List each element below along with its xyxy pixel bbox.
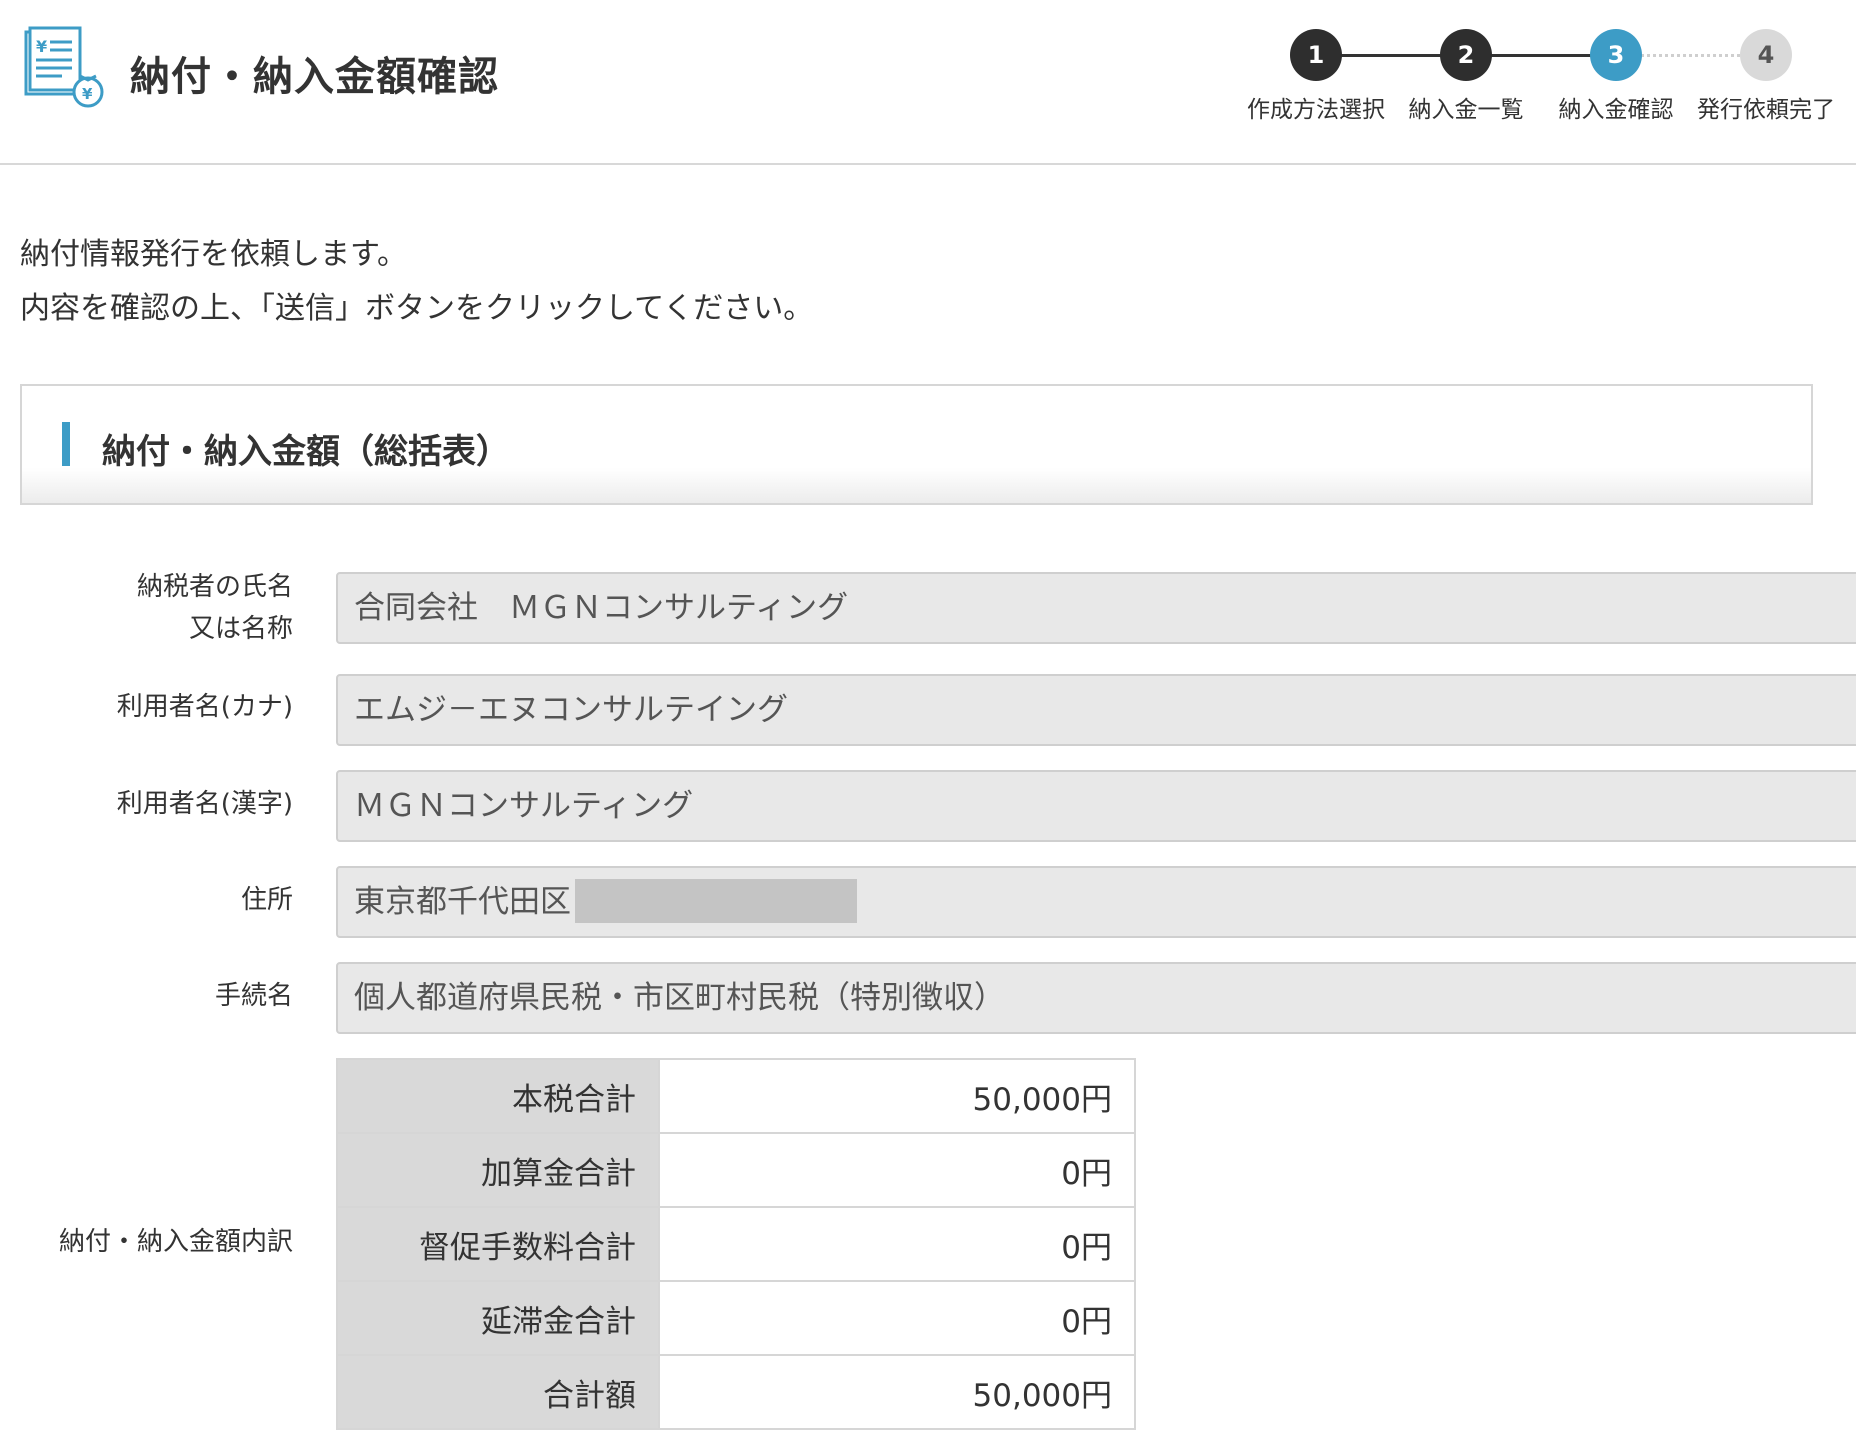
section-accent-bar: [62, 422, 70, 466]
section-header: 納付・納入金額（総括表）: [20, 384, 1813, 505]
breakdown-row-label: 加算金合計: [336, 1132, 660, 1208]
table-row: 加算金合計 0円: [336, 1132, 1136, 1208]
table-row: 合計額 50,000円: [336, 1354, 1136, 1430]
section-title: 納付・納入金額（総括表）: [102, 432, 510, 472]
intro-message: 納付情報発行を依頼します。 内容を確認の上、「送信」ボタンをクリックしてください…: [20, 228, 813, 336]
amount-breakdown-table: 本税合計 50,000円 加算金合計 0円 督促手数料合計 0円 延滞金合計 0…: [336, 1058, 1136, 1430]
redacted-block: [575, 878, 857, 923]
step-1-circle: 1: [1290, 29, 1342, 81]
intro-line-2: 内容を確認の上、「送信」ボタンをクリックしてください。: [20, 291, 814, 326]
svg-text:¥: ¥: [82, 85, 93, 103]
procedure-field: 個人都道府県民税・市区町村民税（特別徴収）: [336, 962, 1856, 1034]
taxpayer-name-field: 合同会社 ＭＧＮコンサルティング: [336, 572, 1856, 644]
taxpayer-name-label-line1: 納税者の氏名: [136, 572, 293, 602]
breakdown-row-value: 50,000円: [658, 1354, 1136, 1430]
breakdown-row-value: 0円: [658, 1206, 1136, 1282]
tax-document-icon: ¥ ¥: [24, 26, 104, 108]
user-kana-label: 利用者名(カナ): [116, 692, 293, 722]
breakdown-row-value: 0円: [658, 1280, 1136, 1356]
breakdown-row-label: 合計額: [336, 1354, 660, 1430]
breakdown-row-value: 50,000円: [658, 1058, 1136, 1134]
user-kanji-label: 利用者名(漢字): [116, 789, 293, 819]
step-3-label: 納入金確認: [1558, 97, 1674, 123]
page-header: ¥ ¥ 納付・納入金額確認 1 2 3 4 作成方法選択 納入金一覧 納入金確認…: [0, 0, 1856, 165]
breakdown-label: 納付・納入金額内訳: [58, 1227, 293, 1257]
table-row: 本税合計 50,000円: [336, 1058, 1136, 1134]
address-value: 東京都千代田区: [354, 884, 571, 920]
address-label: 住所: [240, 885, 293, 915]
taxpayer-name-label-line2: 又は名称: [188, 614, 293, 644]
table-row: 延滞金合計 0円: [336, 1280, 1136, 1356]
svg-text:¥: ¥: [36, 37, 47, 56]
user-kanji-field: ＭＧＮコンサルティング: [336, 770, 1856, 842]
taxpayer-name-label: 納税者の氏名 又は名称: [137, 566, 293, 650]
page-title: 納付・納入金額確認: [130, 54, 499, 100]
breakdown-row-label: 延滞金合計: [336, 1280, 660, 1356]
step-1-label: 作成方法選択: [1247, 97, 1385, 123]
procedure-label: 手続名: [214, 981, 293, 1011]
step-4-label: 発行依頼完了: [1697, 97, 1835, 123]
step-2-label: 納入金一覧: [1408, 97, 1524, 123]
step-2-circle: 2: [1440, 29, 1492, 81]
address-field: 東京都千代田区: [336, 866, 1856, 938]
progress-steps: 1 2 3 4 作成方法選択 納入金一覧 納入金確認 発行依頼完了: [1240, 14, 1856, 123]
step-4-circle: 4: [1740, 29, 1792, 81]
table-row: 督促手数料合計 0円: [336, 1206, 1136, 1282]
breakdown-row-label: 本税合計: [336, 1058, 660, 1134]
breakdown-row-label: 督促手数料合計: [336, 1206, 660, 1282]
user-kana-field: エムジ－エヌコンサルテイング: [336, 674, 1856, 746]
intro-line-1: 納付情報発行を依頼します。: [20, 237, 407, 272]
step-3-circle: 3: [1590, 29, 1642, 81]
breakdown-row-value: 0円: [658, 1132, 1136, 1208]
